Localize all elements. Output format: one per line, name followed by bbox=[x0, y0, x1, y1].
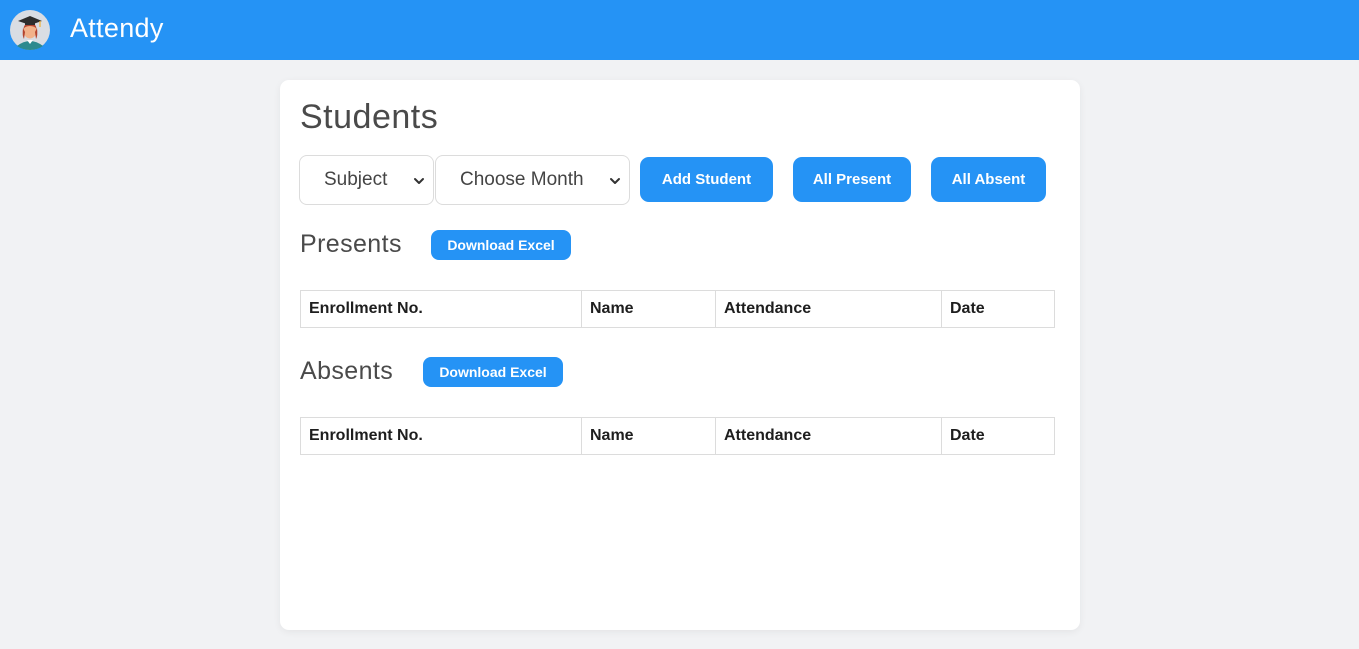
absents-download-excel-button[interactable]: Download Excel bbox=[423, 357, 563, 387]
presents-heading: Presents bbox=[300, 230, 402, 258]
all-absent-button[interactable]: All Absent bbox=[931, 157, 1046, 202]
column-header-name[interactable]: Name bbox=[581, 417, 716, 455]
column-header-attendance[interactable]: Attendance bbox=[715, 290, 942, 328]
add-student-button[interactable]: Add Student bbox=[640, 157, 773, 202]
presents-table-header-row: Enrollment No. Name Attendance Date bbox=[300, 290, 1055, 328]
absents-table-header-row: Enrollment No. Name Attendance Date bbox=[300, 417, 1055, 455]
column-header-date[interactable]: Date bbox=[941, 290, 1055, 328]
absents-table: Enrollment No. Name Attendance Date bbox=[300, 417, 1055, 455]
month-select-value: Choose Month bbox=[460, 169, 584, 190]
column-header-date[interactable]: Date bbox=[941, 417, 1055, 455]
presents-table: Enrollment No. Name Attendance Date bbox=[300, 290, 1055, 328]
subject-select[interactable]: Subject bbox=[299, 155, 434, 205]
column-header-enrollment[interactable]: Enrollment No. bbox=[300, 290, 582, 328]
absents-heading: Absents bbox=[300, 357, 394, 385]
subject-select-value: Subject bbox=[324, 169, 388, 190]
graduate-avatar-icon[interactable] bbox=[10, 10, 50, 50]
chevron-down-icon bbox=[610, 178, 620, 184]
column-header-attendance[interactable]: Attendance bbox=[715, 417, 942, 455]
students-card: Students Subject Choose Month Add Studen… bbox=[280, 80, 1080, 630]
all-present-button[interactable]: All Present bbox=[793, 157, 911, 202]
month-select[interactable]: Choose Month bbox=[435, 155, 630, 205]
column-header-name[interactable]: Name bbox=[581, 290, 716, 328]
chevron-down-icon bbox=[414, 178, 424, 184]
page-title: Students bbox=[300, 98, 439, 136]
app-title[interactable]: Attendy bbox=[70, 13, 164, 44]
navbar: Attendy bbox=[0, 0, 1359, 60]
presents-download-excel-button[interactable]: Download Excel bbox=[431, 230, 571, 260]
column-header-enrollment[interactable]: Enrollment No. bbox=[300, 417, 582, 455]
